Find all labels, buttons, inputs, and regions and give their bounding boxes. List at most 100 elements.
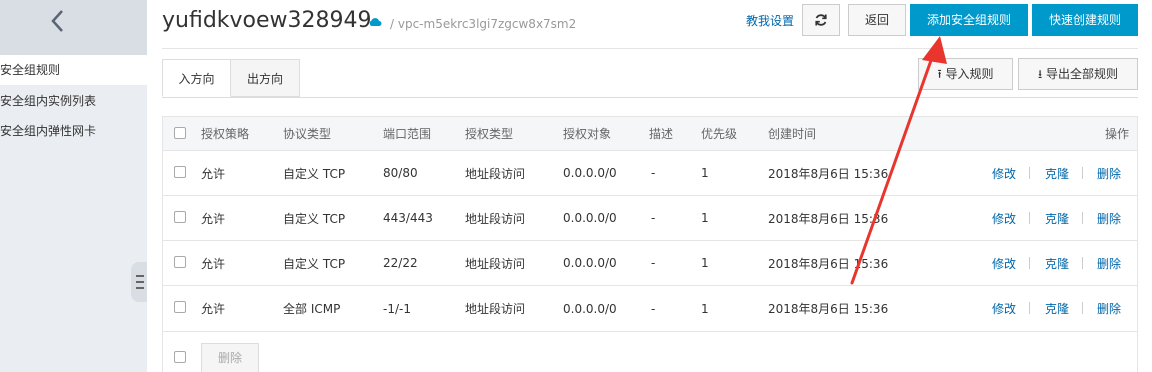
protocol-cell: 自定义 TCP (283, 166, 346, 181)
protocol-cell: 自定义 TCP (283, 211, 346, 226)
sidebar-header (0, 0, 147, 55)
import-rules-button[interactable]: ⭱ 导入规则 (918, 58, 1013, 90)
quick-create-button[interactable]: 快速创建规则 (1032, 4, 1138, 36)
modify-link[interactable]: 修改 (992, 241, 1016, 285)
auth-type-cell: 地址段访问 (465, 166, 526, 181)
refresh-button[interactable] (802, 4, 840, 36)
auth-type-cell: 地址段访问 (465, 211, 526, 226)
modify-link[interactable]: 修改 (992, 286, 1016, 331)
port-cell: 22/22 (383, 256, 418, 270)
row-checkbox[interactable] (174, 256, 186, 268)
action-separator (1029, 167, 1030, 179)
auth-type-cell: 地址段访问 (465, 256, 526, 271)
policy-cell: 允许 (201, 166, 226, 181)
tab-outbound[interactable]: 出方向 (231, 59, 300, 97)
select-all-checkbox[interactable] (174, 127, 186, 139)
row-checkbox[interactable] (174, 166, 186, 178)
vpc-id[interactable]: / vpc-m5ekrc3lgi7zgcw8x7sm2 (390, 17, 576, 31)
clone-link[interactable]: 克隆 (1045, 241, 1069, 285)
column-header: 端口范围 (383, 127, 432, 141)
action-separator (1082, 167, 1083, 179)
port-cell: -1/-1 (383, 301, 411, 316)
description-cell: - (651, 256, 656, 270)
delete-link[interactable]: 删除 (1097, 151, 1121, 195)
policy-cell: 允许 (201, 256, 226, 271)
export-rules-button[interactable]: ⭳ 导出全部规则 (1018, 58, 1138, 90)
priority-cell: 1 (701, 166, 709, 180)
action-separator (1082, 257, 1083, 269)
auth-object-cell: 0.0.0.0/0 (563, 211, 617, 225)
modify-link[interactable]: 修改 (992, 196, 1016, 240)
table-row: 允许 自定义 TCP 22/22 地址段访问 0.0.0.0/0 - 1 201… (163, 241, 1137, 286)
footer-select-all-checkbox[interactable] (174, 351, 186, 363)
action-separator (1082, 302, 1083, 314)
priority-cell: 1 (701, 211, 709, 225)
column-header: 创建时间 (768, 127, 817, 141)
sidebar: 安全组规则 安全组内实例列表 安全组内弹性网卡 (0, 0, 147, 372)
back-button[interactable]: 返回 (848, 4, 906, 36)
column-header: 授权策略 (201, 127, 250, 141)
auth-object-cell: 0.0.0.0/0 (563, 301, 617, 316)
cloud-icon (369, 18, 382, 26)
action-separator (1082, 212, 1083, 224)
column-header: 授权类型 (465, 127, 514, 141)
description-cell: - (651, 211, 656, 225)
created-time-cell: 2018年8月6日 15:36 (768, 211, 889, 226)
priority-cell: 1 (701, 256, 709, 270)
import-rules-label: 导入规则 (945, 67, 994, 81)
page: 安全组规则 安全组内实例列表 安全组内弹性网卡 yufidkvoew328949… (0, 0, 1152, 372)
protocol-cell: 自定义 TCP (283, 256, 346, 271)
page-title: yufidkvoew328949 (162, 8, 372, 33)
sidebar-item-rules[interactable]: 安全组规则 (0, 55, 147, 85)
table-row: 允许 自定义 TCP 443/443 地址段访问 0.0.0.0/0 - 1 2… (163, 196, 1137, 241)
delete-link[interactable]: 删除 (1097, 196, 1121, 240)
column-header: 操作 (1105, 127, 1130, 141)
delete-link[interactable]: 删除 (1097, 286, 1121, 331)
rules-table: 授权策略 协议类型 端口范围 授权类型 授权对象 描述 优先级 创建时间 操作 … (162, 116, 1138, 332)
table-footer: 删除 (162, 329, 1138, 372)
row-checkbox[interactable] (174, 211, 186, 223)
sidebar-item-instances[interactable]: 安全组内实例列表 (0, 86, 147, 116)
column-header: 协议类型 (283, 127, 332, 141)
priority-cell: 1 (701, 301, 709, 316)
auth-object-cell: 0.0.0.0/0 (563, 256, 617, 270)
table-row: 允许 自定义 TCP 80/80 地址段访问 0.0.0.0/0 - 1 201… (163, 151, 1137, 196)
help-link[interactable]: 教我设置 (746, 12, 794, 29)
created-time-cell: 2018年8月6日 15:36 (768, 302, 889, 316)
auth-object-cell: 0.0.0.0/0 (563, 166, 617, 180)
table-header: 授权策略 协议类型 端口范围 授权类型 授权对象 描述 优先级 创建时间 操作 (163, 117, 1137, 151)
description-cell: - (651, 301, 656, 316)
row-checkbox[interactable] (174, 301, 186, 313)
sidebar-collapse-handle[interactable] (131, 262, 147, 302)
policy-cell: 允许 (201, 211, 226, 226)
protocol-cell: 全部 ICMP (283, 302, 341, 316)
clone-link[interactable]: 克隆 (1045, 196, 1069, 240)
collapse-line-icon (136, 275, 144, 277)
clone-link[interactable]: 克隆 (1045, 151, 1069, 195)
action-separator (1029, 257, 1030, 269)
created-time-cell: 2018年8月6日 15:36 (768, 166, 889, 181)
clone-link[interactable]: 克隆 (1045, 286, 1069, 331)
created-time-cell: 2018年8月6日 15:36 (768, 256, 889, 271)
delete-link[interactable]: 删除 (1097, 241, 1121, 285)
batch-delete-button[interactable]: 删除 (201, 343, 259, 372)
add-rule-button[interactable]: 添加安全组规则 (910, 4, 1028, 36)
action-separator (1029, 212, 1030, 224)
header-divider (162, 48, 1138, 49)
modify-link[interactable]: 修改 (992, 151, 1016, 195)
column-header: 描述 (649, 127, 674, 141)
column-header: 授权对象 (563, 127, 612, 141)
tab-divider (162, 97, 1138, 98)
column-header: 优先级 (701, 127, 738, 141)
collapse-line-icon (136, 287, 144, 289)
action-separator (1029, 302, 1030, 314)
collapse-line-icon (136, 281, 144, 283)
tab-inbound[interactable]: 入方向 (162, 59, 231, 97)
sidebar-item-eni[interactable]: 安全组内弹性网卡 (0, 116, 147, 146)
auth-type-cell: 地址段访问 (465, 302, 526, 316)
export-rules-label: 导出全部规则 (1046, 67, 1119, 81)
download-icon: ⭳ (1037, 67, 1043, 81)
port-cell: 80/80 (383, 166, 418, 180)
chevron-left-icon[interactable] (48, 8, 68, 34)
description-cell: - (651, 166, 656, 180)
